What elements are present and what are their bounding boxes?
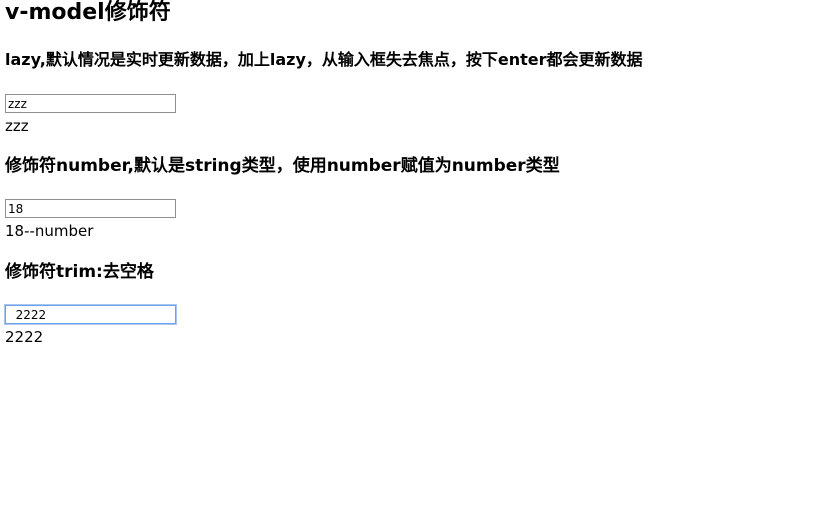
trim-output: 2222 bbox=[5, 328, 44, 346]
lazy-input[interactable] bbox=[5, 94, 176, 113]
page-title: v-model修饰符 bbox=[5, 0, 171, 25]
section-heading-trim: 修饰符trim:去空格 bbox=[5, 262, 154, 282]
section-heading-lazy: lazy,默认情况是实时更新数据，加上lazy，从输入框失去焦点，按下enter… bbox=[5, 50, 643, 69]
number-input[interactable] bbox=[5, 199, 176, 218]
section-heading-number: 修饰符number,默认是string类型，使用number赋值为number类… bbox=[5, 156, 560, 176]
number-output: 18--number bbox=[5, 222, 94, 240]
lazy-output: zzz bbox=[5, 117, 29, 135]
page: v-model修饰符 lazy,默认情况是实时更新数据，加上lazy，从输入框失… bbox=[0, 0, 817, 509]
trim-input[interactable] bbox=[5, 305, 176, 324]
